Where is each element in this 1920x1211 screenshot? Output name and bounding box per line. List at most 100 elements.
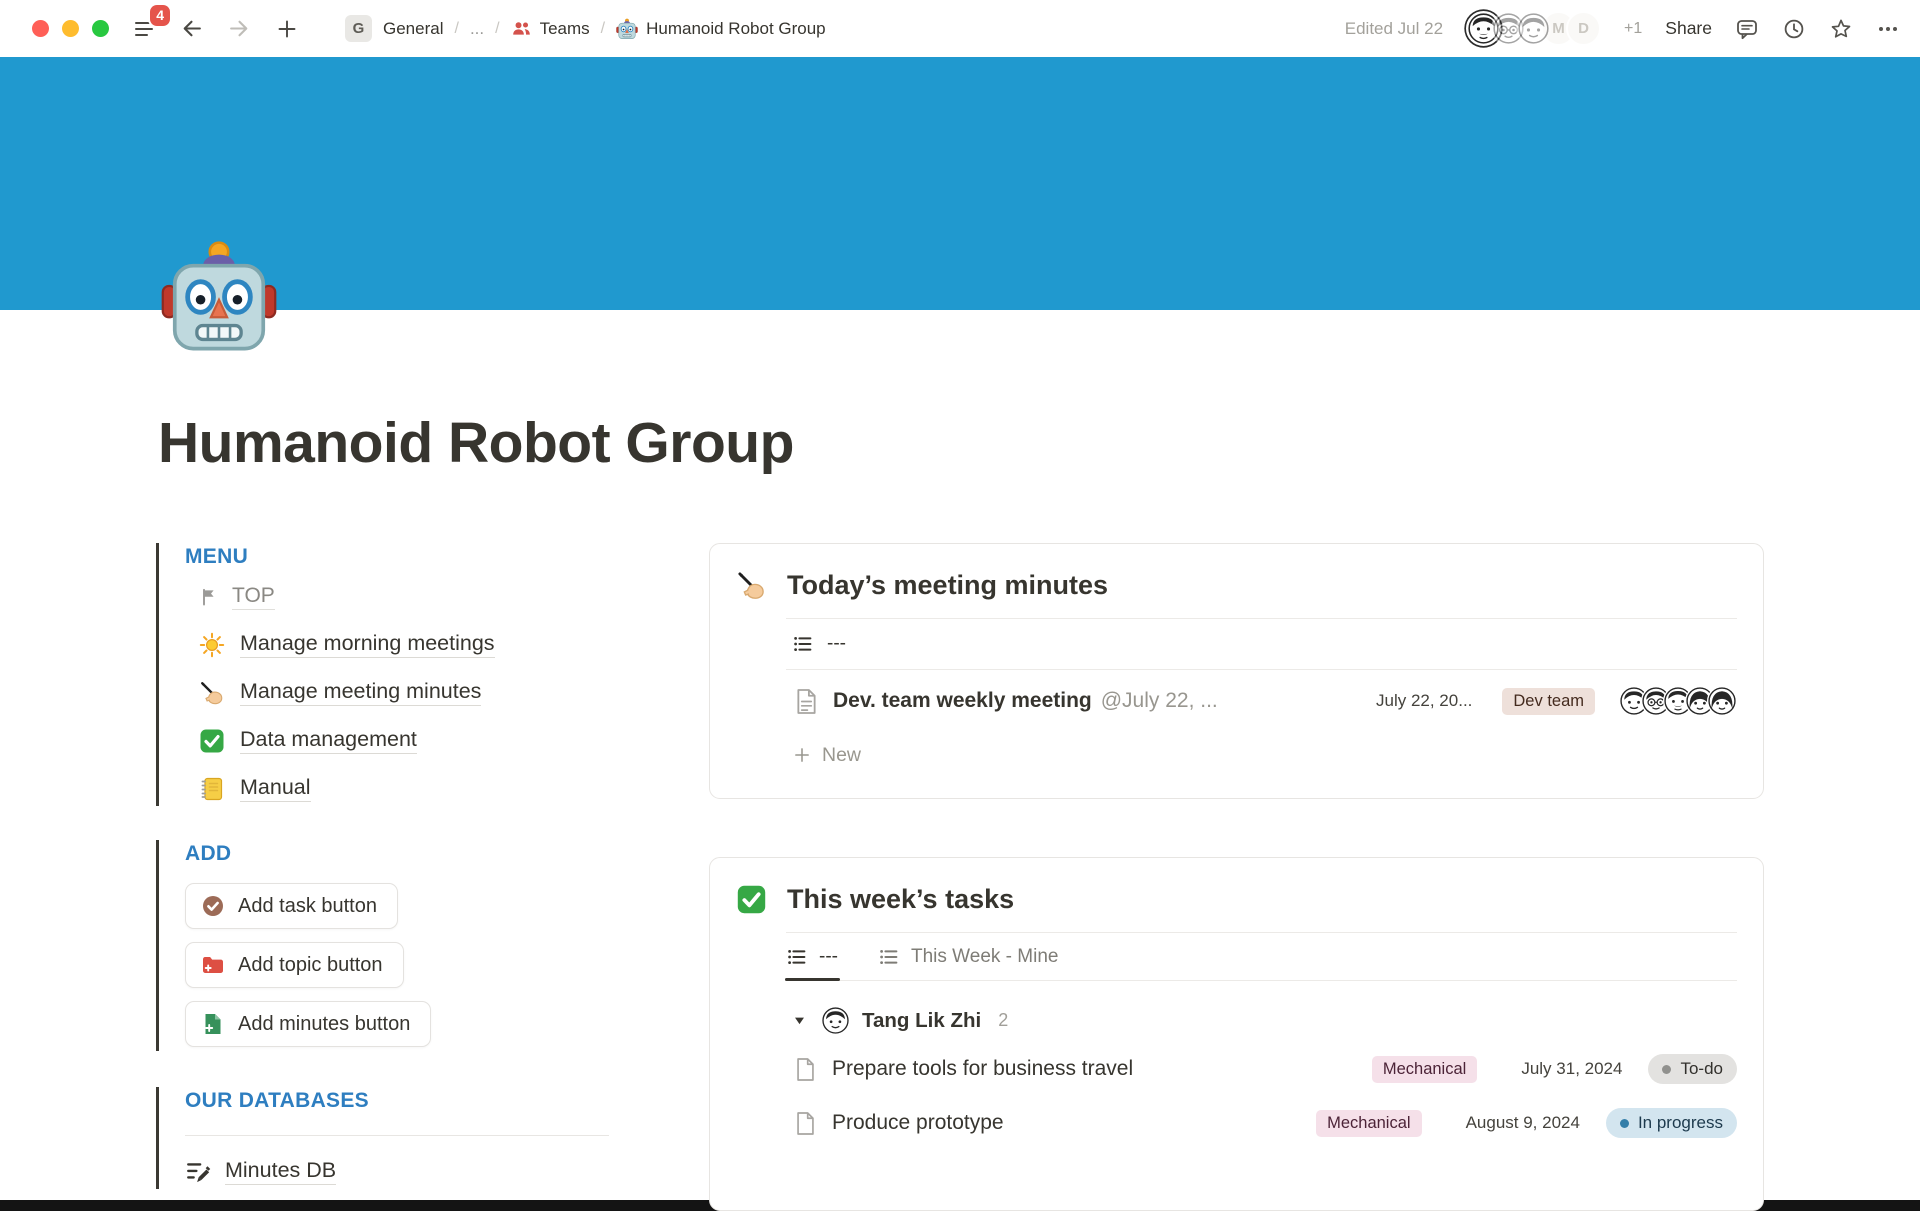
forward-button[interactable]: [228, 17, 251, 40]
breadcrumb-separator: /: [495, 20, 499, 38]
add-minutes-label: Add minutes button: [238, 1013, 410, 1036]
menu-link-manual[interactable]: Manual: [199, 775, 709, 802]
page-title[interactable]: Humanoid Robot Group: [158, 410, 1764, 477]
more-button[interactable]: [1876, 17, 1900, 41]
list-view-icon: [793, 634, 813, 654]
task-check-icon: [201, 894, 225, 918]
breadcrumb-page[interactable]: Humanoid Robot Group: [616, 18, 826, 40]
clock-icon: [1782, 17, 1806, 41]
arrow-right-icon: [228, 17, 251, 40]
add-topic-label: Add topic button: [238, 954, 383, 977]
minutes-row-title: Dev. team weekly meeting: [833, 689, 1092, 713]
updates-button[interactable]: [1782, 17, 1806, 41]
close-window-button[interactable]: [32, 20, 49, 37]
sidebar-toggle-button[interactable]: 4: [133, 18, 155, 40]
group-name: Tang Lik Zhi: [862, 1009, 981, 1033]
minutes-view-label: ---: [827, 633, 846, 655]
task-row[interactable]: Produce prototype Mechanical August 9, 2…: [795, 1096, 1737, 1150]
share-button[interactable]: Share: [1665, 18, 1712, 39]
add-section: ADD Add task button Add topic button Add…: [156, 840, 709, 1051]
breadcrumb-teams-label: Teams: [540, 19, 590, 39]
task-date: July 31, 2024: [1521, 1059, 1622, 1079]
check-mark-icon: [736, 884, 767, 915]
list-view-icon: [879, 947, 899, 967]
presence-avatars: M D: [1466, 11, 1601, 46]
tasks-tab-all[interactable]: ---: [785, 933, 840, 980]
mechanical-tag: Mechanical: [1316, 1110, 1421, 1137]
menu-link-morning-meetings[interactable]: Manage morning meetings: [199, 631, 709, 658]
avatar-letter[interactable]: D: [1566, 11, 1601, 46]
back-button[interactable]: [180, 17, 203, 40]
breadcrumb-page-label: Humanoid Robot Group: [646, 19, 826, 39]
comments-button[interactable]: [1735, 17, 1759, 41]
menu-section: MENU TOP Manage morning meetings Manage …: [156, 543, 709, 806]
zoom-window-button[interactable]: [92, 20, 109, 37]
minutes-row[interactable]: Dev. team weekly meeting @July 22, ... J…: [795, 670, 1737, 732]
ledger-icon: [199, 776, 225, 802]
right-column: Today’s meeting minutes --- Dev. team we…: [709, 543, 1764, 1211]
notification-badge: 4: [150, 5, 170, 26]
menu-link-data-management[interactable]: Data management: [199, 727, 709, 754]
status-dot: [1620, 1119, 1629, 1128]
add-topic-button[interactable]: Add topic button: [185, 942, 404, 988]
page-icon-robot[interactable]: [160, 238, 278, 356]
list-view-icon: [787, 947, 807, 967]
mechanical-tag: Mechanical: [1372, 1056, 1477, 1083]
task-date: August 9, 2024: [1466, 1113, 1580, 1133]
add-heading: ADD: [185, 842, 709, 866]
plus-icon: [276, 18, 298, 40]
group-count: 2: [998, 1010, 1008, 1031]
plus-icon: [793, 746, 811, 764]
writing-hand-icon: [736, 570, 767, 601]
new-label: New: [822, 744, 861, 767]
status-label: In progress: [1638, 1113, 1723, 1133]
menu-link-meeting-minutes[interactable]: Manage meeting minutes: [199, 679, 709, 706]
menu-link-label: Manage meeting minutes: [240, 679, 481, 706]
minimize-window-button[interactable]: [62, 20, 79, 37]
breadcrumb-teams[interactable]: Teams: [511, 18, 590, 39]
minutes-view-tab[interactable]: ---: [793, 619, 1737, 669]
meeting-minutes-card: Today’s meeting minutes --- Dev. team we…: [709, 543, 1764, 799]
breadcrumb-separator: /: [454, 20, 458, 38]
ellipsis-icon: [1876, 17, 1900, 41]
favorite-button[interactable]: [1829, 17, 1853, 41]
new-minutes-button[interactable]: New: [793, 732, 1737, 778]
writing-hand-icon: [199, 680, 225, 706]
task-title: Prepare tools for business travel: [832, 1057, 1133, 1081]
folder-plus-icon: [201, 953, 225, 977]
star-icon: [1829, 17, 1853, 41]
databases-heading: OUR DATABASES: [185, 1089, 709, 1113]
menu-link-label: Manage morning meetings: [240, 631, 495, 658]
traffic-lights: [32, 20, 109, 37]
tasks-view-tabs: --- This Week - Mine: [785, 933, 1737, 981]
breadcrumb-collapsed[interactable]: ...: [470, 19, 484, 39]
status-label: To-do: [1680, 1059, 1723, 1079]
new-tab-button[interactable]: [276, 18, 298, 40]
status-badge: In progress: [1606, 1108, 1737, 1138]
document-plus-icon: [201, 1012, 225, 1036]
arrow-left-icon: [180, 17, 203, 40]
top-link[interactable]: TOP: [199, 584, 709, 610]
avatar-overflow-count[interactable]: +1: [1624, 20, 1642, 38]
check-mark-icon: [199, 728, 225, 754]
avatar[interactable]: [1516, 11, 1551, 46]
tasks-tab-label: This Week - Mine: [911, 946, 1058, 968]
comment-icon: [1735, 17, 1759, 41]
minutes-db-link[interactable]: Minutes DB: [185, 1158, 709, 1185]
attendee-avatars: [1619, 686, 1737, 716]
tasks-tab-this-week-mine[interactable]: This Week - Mine: [877, 933, 1060, 980]
chevron-down-icon[interactable]: [793, 1014, 806, 1027]
menu-heading: MENU: [185, 545, 709, 569]
add-task-button[interactable]: Add task button: [185, 883, 398, 929]
task-group-header: Tang Lik Zhi 2: [793, 1007, 1737, 1034]
add-minutes-button[interactable]: Add minutes button: [185, 1001, 431, 1047]
breadcrumb-root[interactable]: General: [383, 19, 443, 39]
task-title: Produce prototype: [832, 1111, 1004, 1135]
minutes-db-label: Minutes DB: [225, 1158, 336, 1185]
document-icon: [795, 1057, 816, 1082]
date-mention: @July 22, ...: [1101, 689, 1218, 713]
status-dot: [1662, 1065, 1671, 1074]
workspace-badge[interactable]: G: [345, 15, 372, 42]
minutes-row-date: July 22, 20...: [1376, 691, 1472, 711]
task-row[interactable]: Prepare tools for business travel Mechan…: [795, 1042, 1737, 1096]
